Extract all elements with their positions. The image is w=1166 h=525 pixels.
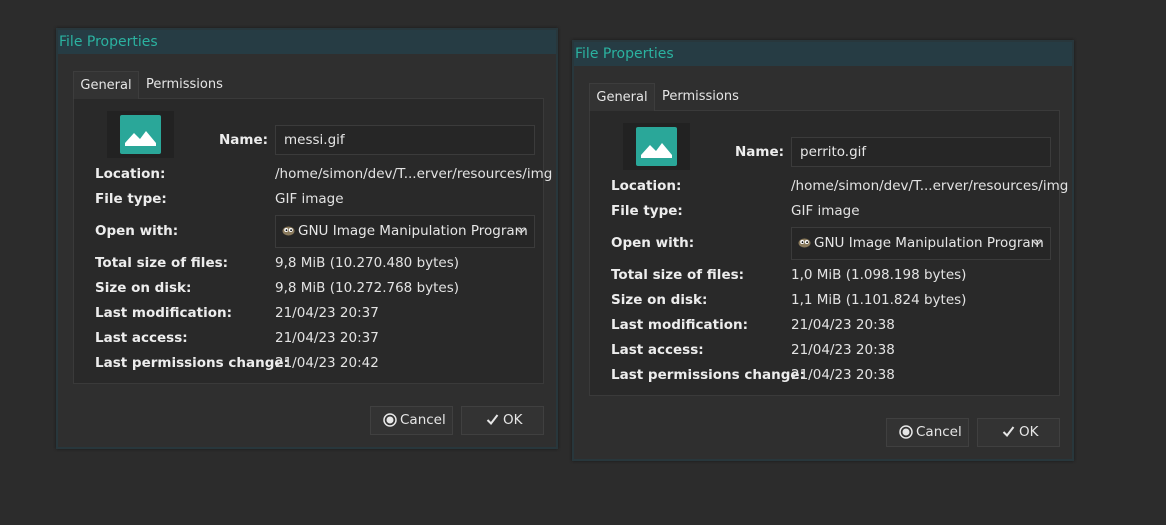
cancel-icon [899, 425, 913, 439]
tab-general[interactable]: General [73, 71, 139, 99]
chevron-down-icon [1032, 240, 1042, 246]
file-thumbnail [107, 111, 174, 158]
last-permissions-change-label: Last permissions change: [95, 355, 289, 371]
name-label: Name: [219, 132, 269, 148]
general-panel: Name: Location: /home/simon/dev/T...erve… [73, 98, 552, 384]
ok-label: OK [503, 412, 523, 428]
last-access-label: Last access: [95, 330, 188, 346]
last-modification-value: 21/04/23 20:38 [791, 317, 895, 333]
last-access-label: Last access: [611, 342, 704, 358]
last-modification-value: 21/04/23 20:37 [275, 305, 379, 321]
size-on-disk-label: Size on disk: [95, 280, 192, 296]
dialog-title[interactable]: File Properties [574, 42, 1072, 66]
location-label: Location: [95, 166, 166, 182]
last-access-value: 21/04/23 20:37 [275, 330, 379, 346]
location-label: Location: [611, 178, 682, 194]
file-properties-dialog: File Properties General Permissions Name… [572, 40, 1074, 461]
tab-permissions[interactable]: Permissions [146, 71, 223, 99]
cancel-icon [383, 413, 397, 427]
image-file-icon [120, 115, 161, 154]
ok-button[interactable]: OK [461, 406, 544, 435]
chevron-down-icon [516, 228, 526, 234]
gimp-icon [798, 238, 811, 248]
open-with-value: GNU Image Manipulation Program [298, 223, 528, 239]
file-type-label: File type: [95, 191, 167, 207]
size-on-disk-label: Size on disk: [611, 292, 708, 308]
total-size-value: 9,8 MiB (10.270.480 bytes) [275, 255, 460, 271]
file-type-label: File type: [611, 203, 683, 219]
tab-permissions[interactable]: Permissions [662, 83, 739, 111]
name-input[interactable] [791, 137, 1051, 167]
dialog-title[interactable]: File Properties [58, 30, 556, 54]
location-value: /home/simon/dev/T...erver/resources/img [275, 166, 553, 182]
location-value: /home/simon/dev/T...erver/resources/img [791, 178, 1069, 194]
open-with-value: GNU Image Manipulation Program [814, 235, 1044, 251]
total-size-label: Total size of files: [611, 267, 745, 283]
tab-general[interactable]: General [589, 83, 655, 111]
image-file-icon [636, 127, 677, 166]
size-on-disk-value: 9,8 MiB (10.272.768 bytes) [275, 280, 460, 296]
general-panel: Name: Location: /home/simon/dev/T...erve… [589, 110, 1068, 396]
gimp-icon [282, 226, 295, 236]
last-modification-label: Last modification: [95, 305, 233, 321]
ok-button[interactable]: OK [977, 418, 1060, 447]
last-permissions-change-label: Last permissions change: [611, 367, 805, 383]
open-with-select[interactable]: GNU Image Manipulation Program [275, 215, 535, 248]
cancel-button[interactable]: Cancel [370, 406, 453, 435]
file-properties-dialog: File Properties General Permissions Name… [56, 28, 558, 449]
last-modification-label: Last modification: [611, 317, 749, 333]
name-label: Name: [735, 144, 785, 160]
total-size-label: Total size of files: [95, 255, 229, 271]
open-with-label: Open with: [611, 235, 695, 251]
ok-label: OK [1019, 424, 1039, 440]
cancel-button[interactable]: Cancel [886, 418, 969, 447]
last-permissions-change-value: 21/04/23 20:38 [791, 367, 895, 383]
checkmark-icon [486, 414, 499, 426]
last-access-value: 21/04/23 20:38 [791, 342, 895, 358]
name-input[interactable] [275, 125, 535, 155]
file-thumbnail [623, 123, 690, 170]
file-type-value: GIF image [275, 191, 344, 207]
cancel-label: Cancel [916, 424, 962, 440]
file-type-value: GIF image [791, 203, 860, 219]
open-with-select[interactable]: GNU Image Manipulation Program [791, 227, 1051, 260]
size-on-disk-value: 1,1 MiB (1.101.824 bytes) [791, 292, 967, 308]
checkmark-icon [1002, 426, 1015, 438]
total-size-value: 1,0 MiB (1.098.198 bytes) [791, 267, 967, 283]
cancel-label: Cancel [400, 412, 446, 428]
last-permissions-change-value: 21/04/23 20:42 [275, 355, 379, 371]
open-with-label: Open with: [95, 223, 179, 239]
